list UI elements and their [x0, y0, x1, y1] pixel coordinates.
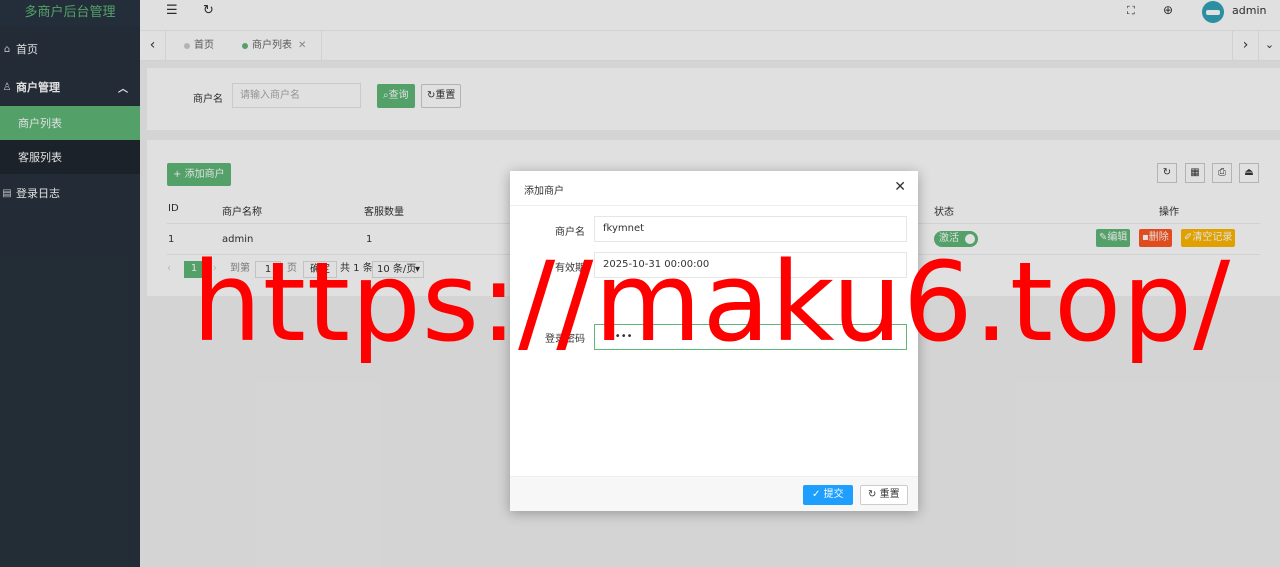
submit-label: 提交 [823, 489, 844, 500]
watermark-text: https://maku6.top/ [192, 238, 1232, 366]
divider [510, 205, 918, 206]
close-icon[interactable]: ✕ [894, 179, 906, 195]
dialog-footer: ✓ 提交 ↻ 重置 [510, 476, 918, 511]
refresh-icon: ↻ [868, 489, 877, 500]
field-label: 商户名 [555, 227, 585, 238]
dialog-reset-button[interactable]: ↻ 重置 [860, 485, 908, 505]
submit-button[interactable]: ✓ 提交 [803, 485, 853, 505]
check-icon: ✓ [812, 489, 821, 500]
dialog-title: 添加商户 [524, 186, 564, 197]
dialog-reset-label: 重置 [879, 489, 900, 500]
